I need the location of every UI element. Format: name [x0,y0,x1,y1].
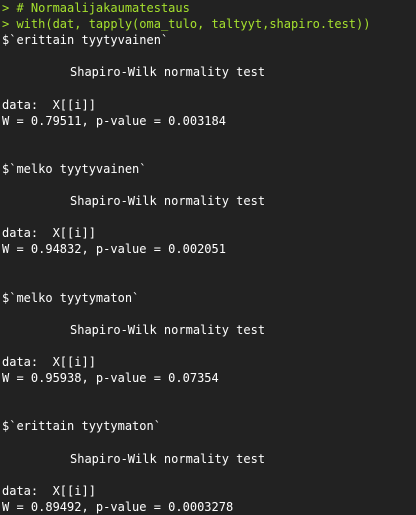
console-output-line: W = 0.79511, p-value = 0.003184 [2,113,226,128]
console-output-line: $`erittain tyytyvainen` [2,33,169,48]
test-name-line: Shapiro-Wilk normality test [70,65,266,80]
console-output-line: $`melko tyytymaton` [2,290,140,305]
console-input-line: > # Normaalijakaumatestaus [0,0,416,16]
r-console-output[interactable]: > # Normaalijakaumatestaus > with(dat, ta… [0,0,416,515]
console-output-line: data: X[[i]] [2,355,96,370]
console-output-line: data: X[[i]] [2,97,96,112]
test-name-line: Shapiro-Wilk normality test [70,194,266,209]
console-output-line: W = 0.95938, p-value = 0.07354 [2,371,219,386]
console-output-line: W = 0.89492, p-value = 0.0003278 [2,499,234,514]
console-output-line: W = 0.94832, p-value = 0.002051 [2,242,226,257]
console-output-line: $`erittain tyytymaton` [2,419,161,434]
console-output-line: data: X[[i]] [2,483,96,498]
test-name-line: Shapiro-Wilk normality test [70,451,266,466]
test-name-line: Shapiro-Wilk normality test [70,322,266,337]
console-command: with(dat, tapply(oma_tulo, taltyyt,shapi… [9,17,371,32]
console-command: # Normaalijakaumatestaus [9,1,190,15]
console-output-line: $`melko tyytyvainen` [2,161,147,176]
console-input-line: > with(dat, tapply(oma_tulo, taltyyt,sha… [0,16,416,32]
console-output-line: data: X[[i]] [2,226,96,241]
